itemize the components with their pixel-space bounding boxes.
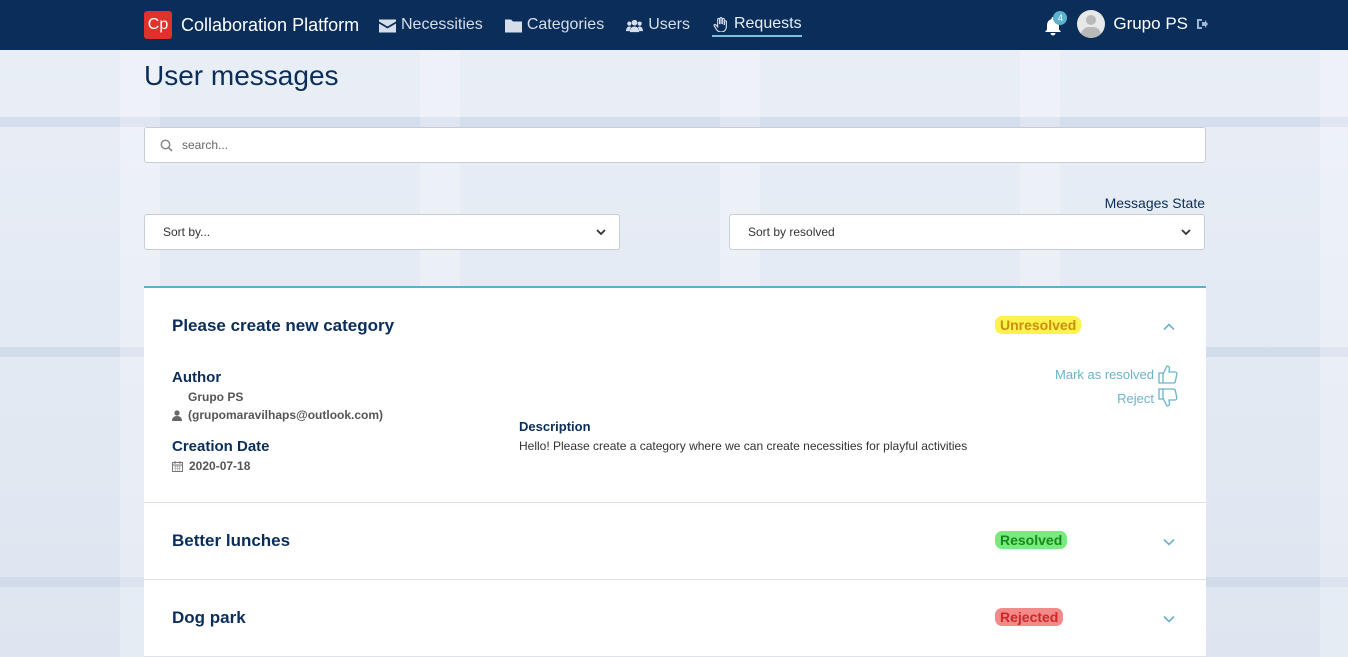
- brand-name: Collaboration Platform: [181, 14, 360, 35]
- navbar: Cp Collaboration Platform Necessities Ca…: [0, 0, 1348, 50]
- message-list: Please create new category Unresolved Au…: [144, 286, 1206, 657]
- folder-icon: [504, 19, 522, 32]
- sort-by-resolved-select[interactable]: Sort by resolved: [729, 214, 1205, 250]
- notifications-button[interactable]: 4: [1043, 11, 1068, 37]
- chevron-down-icon[interactable]: [1162, 535, 1176, 549]
- author-email: (grupomaravilhaps@outlook.com): [172, 408, 383, 422]
- nav-requests[interactable]: Requests: [711, 13, 802, 37]
- description-label: Description: [519, 419, 591, 434]
- user-icon: [172, 409, 182, 421]
- page-title: User messages: [144, 60, 339, 91]
- reject-label: Reject: [1117, 390, 1154, 406]
- message-body: Author Grupo PS (grupomaravilhaps@outloo…: [144, 364, 1206, 502]
- sort-by-select[interactable]: Sort by...: [144, 214, 620, 250]
- nav-requests-label: Requests: [733, 15, 802, 32]
- message-title: Dog park: [172, 608, 246, 627]
- status-badge: Rejected: [995, 608, 1064, 626]
- message-item: Dog park Rejected: [144, 580, 1206, 657]
- notification-count-badge: 4: [1053, 11, 1068, 25]
- search-icon: [160, 139, 173, 152]
- message-title: Better lunches: [172, 531, 291, 550]
- nav-categories-label: Categories: [526, 16, 605, 33]
- nav-necessities[interactable]: Necessities: [379, 13, 483, 37]
- message-header[interactable]: Please create new category Unresolved: [144, 288, 1206, 364]
- messages-state-label: Messages State: [1104, 195, 1205, 211]
- nav-necessities-label: Necessities: [401, 16, 483, 33]
- author-label: Author: [172, 369, 222, 386]
- users-icon: [626, 19, 644, 32]
- message-item: Please create new category Unresolved Au…: [144, 288, 1206, 503]
- creation-date-label: Creation Date: [172, 438, 270, 455]
- author-name: Grupo PS: [188, 390, 243, 404]
- creation-date: 2020-07-18: [172, 459, 250, 473]
- mark-resolved-label: Mark as resolved: [1055, 366, 1154, 382]
- nav-right: 4 Grupo PS: [1043, 10, 1208, 38]
- status-badge: Unresolved: [995, 316, 1082, 334]
- nav-links: Necessities Categories Users Requests: [379, 13, 802, 37]
- mark-resolved-button[interactable]: Mark as resolved: [1055, 364, 1178, 384]
- sort-by-resolved-value: Sort by resolved: [748, 225, 835, 239]
- envelope-icon: [379, 19, 396, 32]
- author-name-text: Grupo PS: [188, 390, 244, 404]
- chevron-down-icon[interactable]: [1162, 612, 1176, 626]
- chevron-up-icon[interactable]: [1162, 320, 1176, 334]
- nav-categories[interactable]: Categories: [504, 13, 605, 37]
- search-input[interactable]: [182, 138, 1162, 152]
- hand-icon: [713, 16, 727, 32]
- status-badge: Resolved: [995, 531, 1068, 549]
- thumbs-down-icon: [1158, 388, 1178, 407]
- logout-icon[interactable]: [1196, 18, 1208, 30]
- chevron-down-icon: [1181, 229, 1191, 236]
- brand-logo: Cp: [144, 11, 172, 39]
- sort-by-value: Sort by...: [163, 225, 211, 239]
- user-name[interactable]: Grupo PS: [1113, 14, 1188, 34]
- author-email-text: (grupomaravilhaps@outlook.com): [188, 408, 384, 422]
- thumbs-up-icon: [1158, 365, 1178, 384]
- chevron-down-icon: [596, 229, 606, 236]
- reject-button[interactable]: Reject: [1117, 388, 1178, 408]
- description-text: Hello! Please create a category where we…: [519, 439, 968, 453]
- avatar[interactable]: [1077, 10, 1106, 38]
- message-header[interactable]: Better lunches Resolved: [144, 503, 1206, 579]
- message-item: Better lunches Resolved: [144, 503, 1206, 580]
- brand[interactable]: Cp Collaboration Platform: [144, 11, 359, 39]
- creation-date-text: 2020-07-18: [189, 459, 251, 473]
- message-header[interactable]: Dog park Rejected: [144, 580, 1206, 656]
- calendar-icon: [172, 460, 183, 472]
- message-title: Please create new category: [172, 316, 395, 335]
- nav-users[interactable]: Users: [626, 13, 690, 37]
- search-box[interactable]: [144, 127, 1206, 163]
- nav-users-label: Users: [648, 16, 690, 33]
